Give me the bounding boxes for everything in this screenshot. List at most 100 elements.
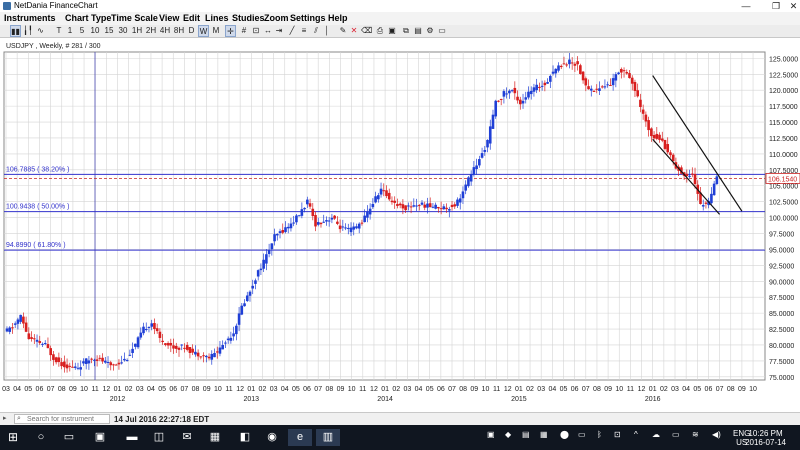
- channel-icon[interactable]: ⫽: [311, 25, 321, 37]
- tray-volume-icon[interactable]: ◀): [712, 430, 721, 439]
- tray-bluetooth-icon[interactable]: ᛒ: [597, 430, 602, 439]
- year-label: 2016: [645, 396, 661, 403]
- candle-body: [199, 356, 203, 358]
- vertical-line-icon[interactable]: │: [323, 25, 331, 37]
- tray-chevron-icon[interactable]: ^: [634, 430, 638, 439]
- x-tick-label: 07: [448, 386, 456, 393]
- windows-start-icon[interactable]: ⊞: [6, 429, 20, 446]
- taskbar-app-1-icon[interactable]: ▣: [88, 429, 112, 446]
- menu-help[interactable]: Help: [328, 13, 348, 23]
- timeframe-monthly[interactable]: M: [211, 25, 221, 37]
- timeframe-tick[interactable]: T: [55, 25, 63, 37]
- tray-app-3-icon[interactable]: ▦: [540, 430, 548, 439]
- task-view-icon[interactable]: ▭: [62, 429, 76, 446]
- menu-time-scale[interactable]: Time Scale: [111, 13, 158, 23]
- candle-body: [573, 63, 577, 66]
- tray-wifi-icon[interactable]: ≋: [692, 430, 699, 439]
- candle-body: [316, 222, 320, 225]
- tray-app-6-icon[interactable]: ⊡: [614, 430, 621, 439]
- chart-area[interactable]: 75.0000 77.5000 80.0000 82.5000 85.0000 87.50…: [0, 38, 800, 412]
- menu-studies[interactable]: Studies: [232, 13, 265, 23]
- candle-body: [562, 63, 566, 65]
- trendline-icon[interactable]: ╱: [287, 25, 297, 37]
- x-tick-label: 09: [604, 386, 612, 393]
- candle-body: [532, 87, 536, 92]
- taskbar-clock[interactable]: 10:26 PM 2016-07-14: [745, 429, 786, 447]
- menu-zoom[interactable]: Zoom: [264, 13, 289, 23]
- tray-dropbox-icon[interactable]: ◆: [505, 430, 511, 439]
- timeframe-30m[interactable]: 30: [117, 25, 129, 37]
- scroll-end-icon[interactable]: ⇥: [275, 25, 283, 37]
- scroll-arrows-icon[interactable]: ↔: [263, 25, 273, 37]
- timeframe-5m[interactable]: 5: [78, 25, 86, 37]
- delete-icon[interactable]: ✕: [350, 25, 358, 37]
- candle-body: [52, 354, 55, 360]
- candle-body: [213, 352, 216, 358]
- calculator-icon[interactable]: ▦: [203, 429, 227, 446]
- export-icon[interactable]: ⧉: [401, 25, 411, 37]
- netdania-taskbar-icon[interactable]: ▥: [316, 429, 340, 446]
- menu-chart-type[interactable]: Chart Type: [65, 13, 111, 23]
- candle-body: [636, 90, 639, 97]
- store-icon[interactable]: ◫: [147, 429, 171, 446]
- timeframe-15m[interactable]: 15: [103, 25, 115, 37]
- search-taskbar-icon[interactable]: ○: [34, 429, 48, 446]
- menu-instruments[interactable]: Instruments: [4, 13, 56, 23]
- grid-icon[interactable]: #: [239, 25, 249, 37]
- tray-app-icon[interactable]: ▣: [487, 430, 495, 439]
- timeframe-8h[interactable]: 8H: [173, 25, 185, 37]
- candle-body: [404, 205, 407, 211]
- tray-battery-icon[interactable]: ▭: [672, 430, 680, 439]
- candle-body: [19, 314, 22, 322]
- candle-body: [494, 100, 498, 117]
- candle-body: [669, 152, 672, 156]
- candle-body: [278, 231, 282, 233]
- menu-settings[interactable]: Settings: [290, 13, 326, 23]
- settings-icon[interactable]: ⚙: [425, 25, 435, 37]
- internet-explorer-icon[interactable]: e: [288, 429, 312, 446]
- candle-body: [35, 339, 39, 342]
- menu-lines[interactable]: Lines: [205, 13, 229, 23]
- search-toggle-icon[interactable]: ▸: [3, 414, 7, 422]
- minimize-button[interactable]: —: [731, 0, 761, 12]
- menu-edit[interactable]: Edit: [183, 13, 200, 23]
- tray-onedrive-icon[interactable]: ☁: [652, 430, 660, 439]
- timeframe-weekly[interactable]: W: [198, 25, 209, 37]
- mail-icon[interactable]: ✉: [175, 429, 199, 446]
- x-tick-label: 11: [627, 386, 634, 393]
- timeframe-4h[interactable]: 4H: [159, 25, 171, 37]
- bar-chart-icon[interactable]: ╽╿: [23, 25, 33, 37]
- tray-app-2-icon[interactable]: ▤: [522, 430, 530, 439]
- tray-app-4-icon[interactable]: ⬤: [560, 430, 569, 439]
- y-tick-label: 90.0000: [769, 279, 794, 286]
- chrome-icon[interactable]: ◉: [260, 429, 284, 446]
- window-icon[interactable]: ▭: [437, 25, 447, 37]
- timeframe-10m[interactable]: 10: [89, 25, 101, 37]
- pencil-icon[interactable]: ✎: [338, 25, 348, 37]
- candle-body: [491, 114, 495, 129]
- layout-icon[interactable]: ▤: [413, 25, 423, 37]
- menu-view[interactable]: View: [159, 13, 179, 23]
- crosshair-icon[interactable]: ✛: [225, 25, 236, 37]
- delete-all-icon[interactable]: ⌫: [361, 25, 372, 37]
- plot-frame: [3, 51, 766, 381]
- instrument-search-input[interactable]: [14, 414, 110, 424]
- zoom-fit-icon[interactable]: ⊡: [251, 25, 261, 37]
- save-image-icon[interactable]: ▣: [387, 25, 397, 37]
- line-chart-icon[interactable]: ∿: [35, 25, 46, 37]
- close-button[interactable]: ✕: [787, 0, 800, 12]
- candle-body: [549, 75, 552, 82]
- tray-app-5-icon[interactable]: ▭: [578, 430, 586, 439]
- timeframe-2h[interactable]: 2H: [145, 25, 157, 37]
- candlestick-chart-icon[interactable]: ▮▮: [10, 25, 21, 37]
- price-chart[interactable]: 75.0000 77.5000 80.0000 82.5000 85.0000 87.50…: [0, 38, 800, 412]
- fib-retracement-icon[interactable]: ≡: [299, 25, 309, 37]
- print-icon[interactable]: ⎙: [375, 25, 385, 37]
- file-explorer-icon[interactable]: ▬: [120, 429, 144, 446]
- timeframe-1h[interactable]: 1H: [131, 25, 143, 37]
- app-icon: [3, 2, 11, 10]
- timeframe-1m[interactable]: 1: [66, 25, 74, 37]
- candle-body: [27, 333, 31, 340]
- timeframe-daily[interactable]: D: [187, 25, 196, 37]
- media-icon[interactable]: ◧: [233, 429, 257, 446]
